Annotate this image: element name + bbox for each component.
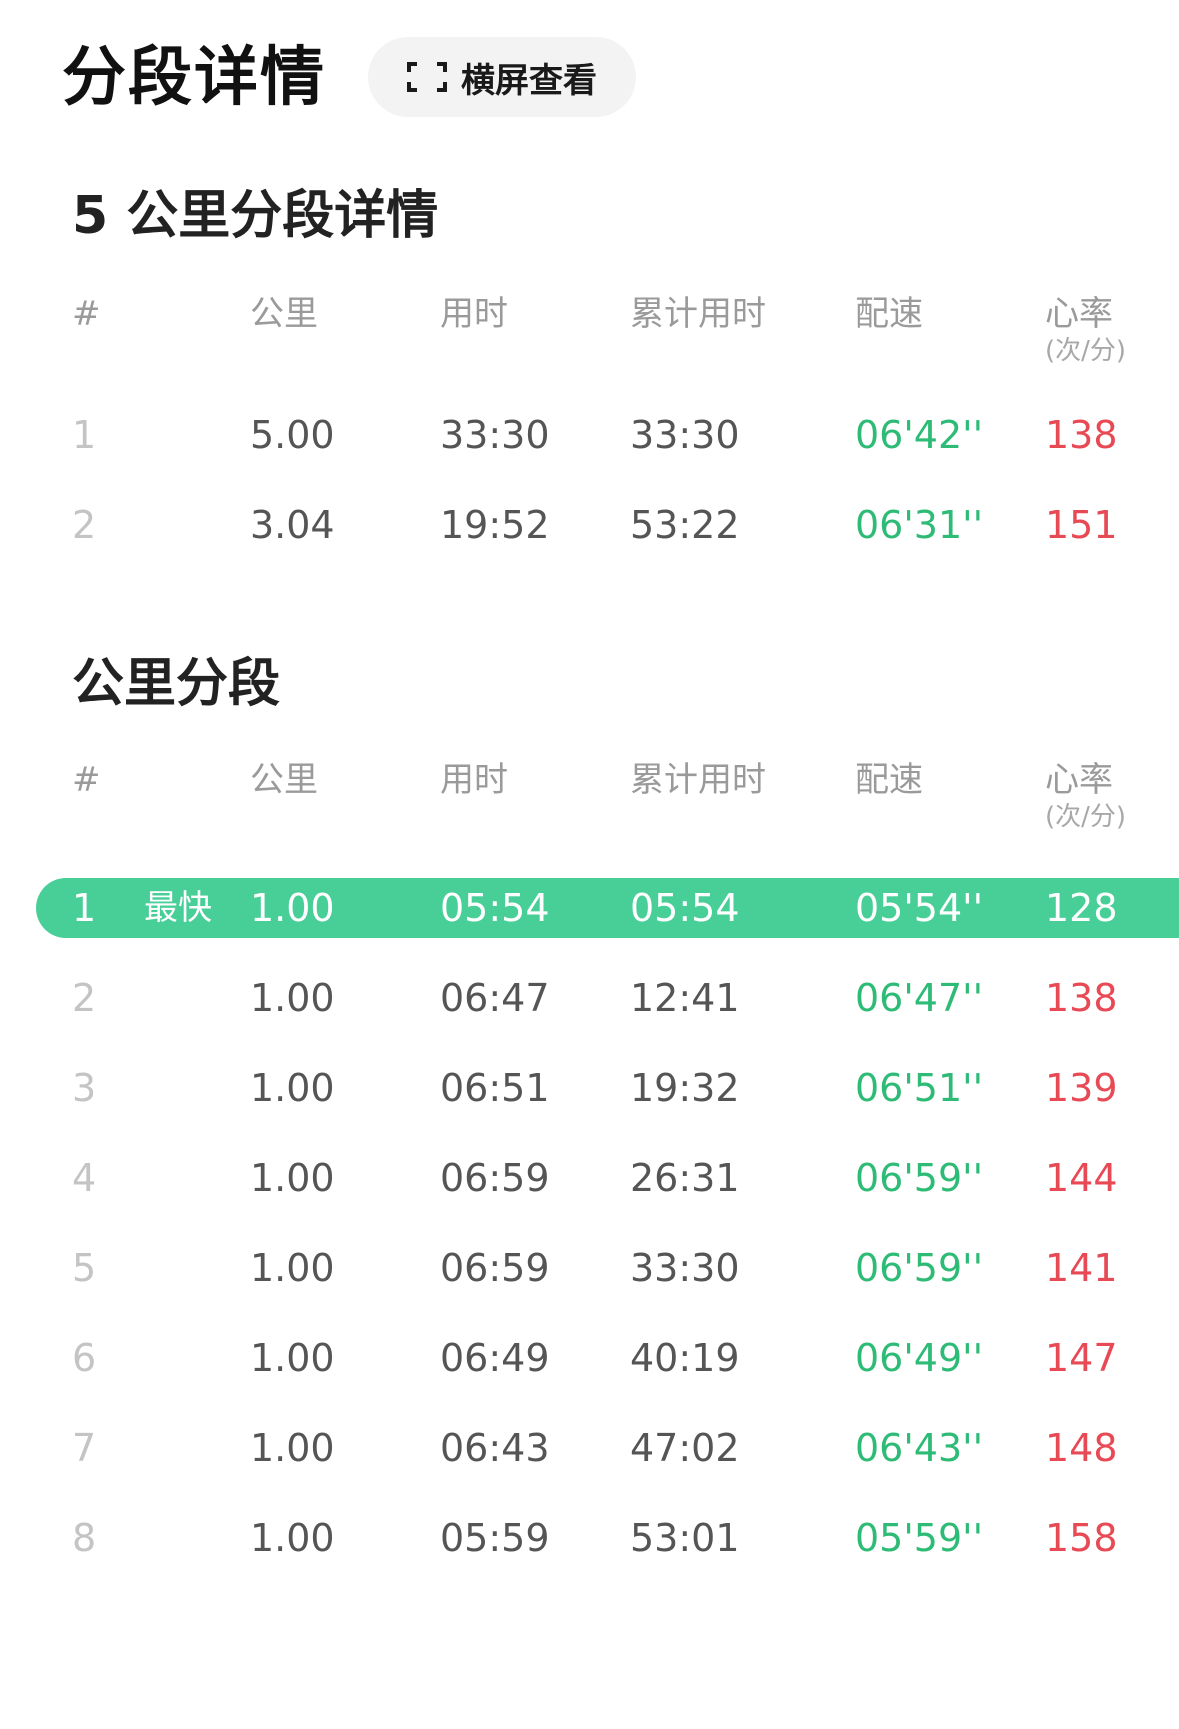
column-header-km: 公里 bbox=[250, 294, 318, 334]
row-km: 3.04 bbox=[250, 503, 335, 547]
row-km: 1.00 bbox=[250, 886, 335, 930]
row-total-time: 47:02 bbox=[630, 1426, 740, 1470]
row-km: 1.00 bbox=[250, 1246, 335, 1290]
row-pace: 06'49'' bbox=[855, 1336, 984, 1380]
table-header-5km: # 公里 用时 累计用时 配速 心率 (次/分) bbox=[0, 286, 1179, 366]
table-row: 1 5.00 33:30 33:30 06'42'' 138 bbox=[0, 405, 1179, 465]
table-row: 2 3.04 19:52 53:22 06'31'' 151 bbox=[0, 495, 1179, 555]
section-title-1km: 公里分段 bbox=[72, 654, 281, 714]
row-total-time: 26:31 bbox=[630, 1156, 740, 1200]
column-header-pace: 配速 bbox=[855, 760, 923, 800]
row-heart-rate: 141 bbox=[1045, 1246, 1118, 1290]
row-time: 06:59 bbox=[440, 1246, 550, 1290]
row-total-time: 05:54 bbox=[630, 886, 740, 930]
row-index: 5 bbox=[72, 1246, 97, 1290]
table-row: 6 1.00 06:49 40:19 06'49'' 147 bbox=[0, 1328, 1179, 1388]
row-index: 1 bbox=[72, 886, 97, 930]
row-time: 06:47 bbox=[440, 976, 550, 1020]
row-total-time: 33:30 bbox=[630, 1246, 740, 1290]
row-time: 05:54 bbox=[440, 886, 550, 930]
row-time: 33:30 bbox=[440, 413, 550, 457]
row-km: 1.00 bbox=[250, 976, 335, 1020]
row-pace: 06'59'' bbox=[855, 1246, 984, 1290]
row-km: 1.00 bbox=[250, 1516, 335, 1560]
table-row: 7 1.00 06:43 47:02 06'43'' 148 bbox=[0, 1418, 1179, 1478]
row-time: 06:51 bbox=[440, 1066, 550, 1110]
row-index: 4 bbox=[72, 1156, 97, 1200]
column-header-km: 公里 bbox=[250, 760, 318, 800]
row-pace: 06'43'' bbox=[855, 1426, 984, 1470]
row-time: 06:59 bbox=[440, 1156, 550, 1200]
row-total-time: 12:41 bbox=[630, 976, 740, 1020]
row-time: 19:52 bbox=[440, 503, 550, 547]
row-heart-rate: 128 bbox=[1045, 886, 1118, 930]
column-header-pace: 配速 bbox=[855, 294, 923, 334]
column-header-index: # bbox=[72, 294, 101, 334]
table-row: 5 1.00 06:59 33:30 06'59'' 141 bbox=[0, 1238, 1179, 1298]
row-index: 2 bbox=[72, 503, 97, 547]
row-pace: 06'59'' bbox=[855, 1156, 984, 1200]
landscape-view-button[interactable]: 横屏查看 bbox=[368, 37, 636, 117]
row-time: 05:59 bbox=[440, 1516, 550, 1560]
row-total-time: 53:01 bbox=[630, 1516, 740, 1560]
row-total-time: 33:30 bbox=[630, 413, 740, 457]
row-km: 1.00 bbox=[250, 1426, 335, 1470]
fastest-badge: 最快 bbox=[144, 888, 212, 928]
row-pace: 06'42'' bbox=[855, 413, 984, 457]
row-heart-rate: 151 bbox=[1045, 503, 1118, 547]
row-index: 7 bbox=[72, 1426, 97, 1470]
row-heart-rate: 138 bbox=[1045, 976, 1118, 1020]
row-pace: 06'31'' bbox=[855, 503, 984, 547]
row-index: 1 bbox=[72, 413, 97, 457]
table-row: 2 1.00 06:47 12:41 06'47'' 138 bbox=[0, 968, 1179, 1028]
row-index: 2 bbox=[72, 976, 97, 1020]
page-title: 分段详情 bbox=[62, 41, 326, 115]
row-heart-rate: 139 bbox=[1045, 1066, 1118, 1110]
row-km: 1.00 bbox=[250, 1336, 335, 1380]
column-header-total-time: 累计用时 bbox=[630, 760, 766, 800]
row-km: 1.00 bbox=[250, 1066, 335, 1110]
row-pace: 06'47'' bbox=[855, 976, 984, 1020]
column-header-hr-unit: (次/分) bbox=[1045, 802, 1127, 832]
column-header-time: 用时 bbox=[440, 760, 508, 800]
row-total-time: 53:22 bbox=[630, 503, 740, 547]
row-pace: 05'54'' bbox=[855, 886, 984, 930]
row-heart-rate: 148 bbox=[1045, 1426, 1118, 1470]
row-index: 3 bbox=[72, 1066, 97, 1110]
column-header-time: 用时 bbox=[440, 294, 508, 334]
table-row: 8 1.00 05:59 53:01 05'59'' 158 bbox=[0, 1508, 1179, 1568]
table-row: 3 1.00 06:51 19:32 06'51'' 139 bbox=[0, 1058, 1179, 1118]
row-heart-rate: 147 bbox=[1045, 1336, 1118, 1380]
row-pace: 05'59'' bbox=[855, 1516, 984, 1560]
column-header-index: # bbox=[72, 760, 101, 800]
fastest-row: 1 最快 1.00 05:54 05:54 05'54'' 128 bbox=[36, 878, 1179, 938]
row-km: 5.00 bbox=[250, 413, 335, 457]
column-header-hr-unit: (次/分) bbox=[1045, 336, 1127, 366]
row-index: 6 bbox=[72, 1336, 97, 1380]
fullscreen-icon bbox=[407, 62, 447, 92]
row-pace: 06'51'' bbox=[855, 1066, 984, 1110]
section-title-5km: 5 公里分段详情 bbox=[72, 186, 439, 246]
page-header: 分段详情 bbox=[62, 38, 326, 118]
row-km: 1.00 bbox=[250, 1156, 335, 1200]
table-row: 4 1.00 06:59 26:31 06'59'' 144 bbox=[0, 1148, 1179, 1208]
row-total-time: 40:19 bbox=[630, 1336, 740, 1380]
row-total-time: 19:32 bbox=[630, 1066, 740, 1110]
row-time: 06:49 bbox=[440, 1336, 550, 1380]
row-heart-rate: 144 bbox=[1045, 1156, 1118, 1200]
column-header-total-time: 累计用时 bbox=[630, 294, 766, 334]
landscape-view-label: 横屏查看 bbox=[461, 60, 597, 101]
row-time: 06:43 bbox=[440, 1426, 550, 1470]
table-header-1km: # 公里 用时 累计用时 配速 心率 (次/分) bbox=[0, 752, 1179, 832]
row-heart-rate: 158 bbox=[1045, 1516, 1118, 1560]
row-index: 8 bbox=[72, 1516, 97, 1560]
row-heart-rate: 138 bbox=[1045, 413, 1118, 457]
